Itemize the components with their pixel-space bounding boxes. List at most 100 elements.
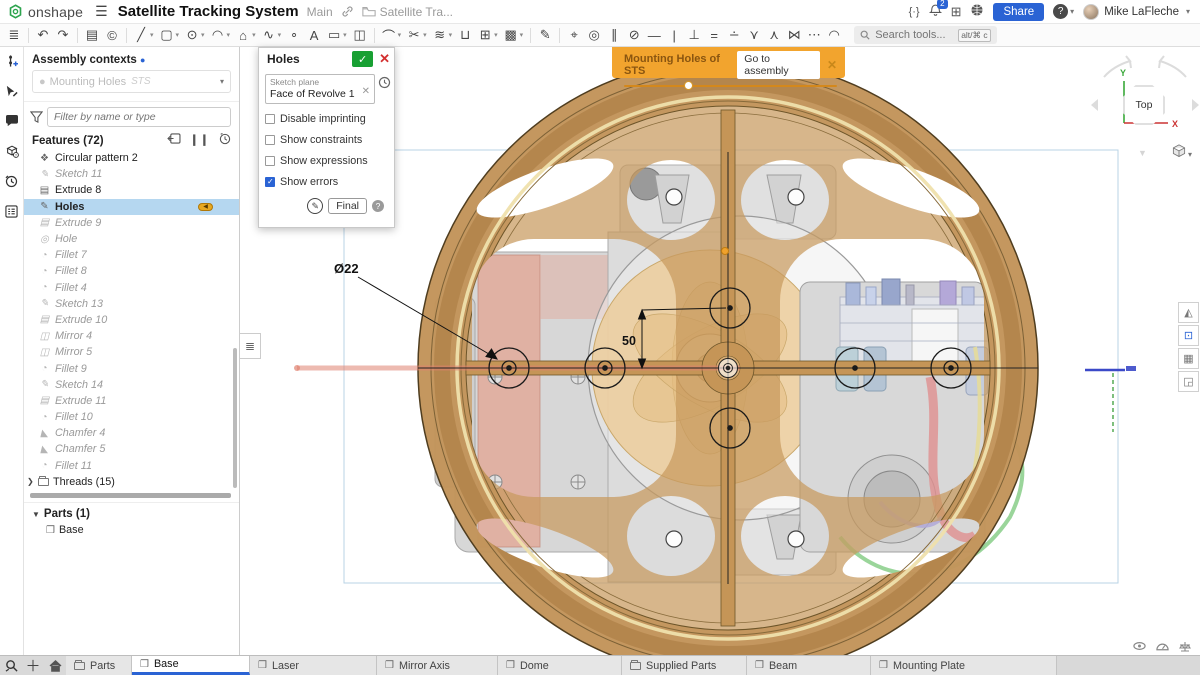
feature-row-sketch-11[interactable]: ✎Sketch 11: [24, 166, 239, 182]
line-tool-icon[interactable]: ╱▾: [131, 25, 157, 46]
home-icon[interactable]: [44, 656, 66, 675]
feature-row-extrude-9[interactable]: ▤Extrude 9: [24, 215, 239, 231]
feature-row-chamfer-4[interactable]: ◣Chamfer 4: [24, 425, 239, 441]
go-to-assembly-button[interactable]: Go to assembly: [737, 51, 820, 79]
horizontal-constraint-icon[interactable]: —: [644, 25, 664, 46]
stylus-tool-icon[interactable]: ✎: [535, 25, 555, 46]
tab-mirror-axis[interactable]: ❒Mirror Axis: [377, 656, 498, 675]
undo-icon[interactable]: ↶: [33, 25, 53, 46]
search-tabs-icon[interactable]: [0, 656, 22, 675]
pierce-constraint-icon[interactable]: ⋏: [764, 25, 784, 46]
feature-row-extrude-10[interactable]: ▤Extrude 10: [24, 312, 239, 328]
feature-row-sketch-13[interactable]: ✎Sketch 13: [24, 296, 239, 312]
parallel-constraint-icon[interactable]: ∥: [604, 25, 624, 46]
rollback-marker[interactable]: ◀: [198, 203, 213, 211]
midpoint-constraint-icon[interactable]: ∸: [724, 25, 744, 46]
feature-row-extrude-11[interactable]: ▤Extrude 11: [24, 393, 239, 409]
polygon-tool-icon[interactable]: ⌂▾: [233, 25, 259, 46]
linked-document-name[interactable]: Satellite Tra...: [380, 5, 453, 19]
normal-constraint-icon[interactable]: ⋎: [744, 25, 764, 46]
appearance-panel-icon[interactable]: ◭: [1178, 302, 1199, 323]
insert-tool-icon[interactable]: ▩▾: [501, 25, 527, 46]
help-menu[interactable]: ?▾: [1053, 4, 1074, 19]
feature-list-icon[interactable]: [4, 203, 20, 219]
redo-icon[interactable]: ↷: [53, 25, 73, 46]
trim-tool-icon[interactable]: ✂▾: [404, 25, 430, 46]
arc-tool-icon[interactable]: ◠▾: [208, 25, 234, 46]
view-options-dropdown[interactable]: ▾: [1172, 144, 1192, 160]
tab-parts[interactable]: Parts: [66, 656, 132, 675]
coincident-constraint-icon[interactable]: ⌖: [564, 25, 584, 46]
banner-slider-knob[interactable]: [684, 81, 693, 90]
checkbox-show-errors[interactable]: Show errors: [265, 176, 388, 188]
symmetric-constraint-icon[interactable]: ⋈: [784, 25, 804, 46]
view-cube-top-face[interactable]: Top: [1123, 85, 1165, 125]
horizontal-scrollbar[interactable]: [30, 493, 231, 498]
display-states-panel-icon[interactable]: ⊡: [1178, 325, 1199, 346]
document-title[interactable]: Satellite Tracking System: [118, 3, 299, 20]
tab-mounting-plate[interactable]: ❒Mounting Plate: [871, 656, 1057, 675]
checkbox-show-constraints[interactable]: Show constraints: [265, 134, 388, 146]
notifications-bell-icon[interactable]: 2: [929, 3, 942, 20]
history-icon[interactable]: [4, 173, 20, 189]
edit-pointer-icon[interactable]: [4, 83, 20, 99]
feature-row-hole[interactable]: ◎Hole: [24, 231, 239, 247]
feature-row-fillet-7[interactable]: ◔Fillet 7: [24, 247, 239, 263]
feature-row-fillet-9[interactable]: ◔Fillet 9: [24, 360, 239, 376]
visibility-icon[interactable]: [1133, 641, 1146, 655]
configurations-icon[interactable]: ?: [4, 143, 20, 159]
part-row-base[interactable]: ❒Base: [24, 522, 239, 538]
feature-row-extrude-8[interactable]: ▤Extrude 8: [24, 182, 239, 198]
offset-tool-icon[interactable]: ≋▾: [430, 25, 456, 46]
clear-selection-icon[interactable]: ✕: [362, 86, 370, 97]
checkbox-box[interactable]: [265, 177, 275, 187]
search-tools[interactable]: alt/⌘ c: [854, 26, 996, 44]
rectangle-tool-icon[interactable]: ▢▾: [157, 25, 183, 46]
checkbox-box[interactable]: [265, 135, 275, 145]
perpendicular-constraint-icon[interactable]: ⊥: [684, 25, 704, 46]
use-project-tool-icon[interactable]: ⊔: [455, 25, 475, 46]
point-tool-icon[interactable]: ∘: [284, 25, 304, 46]
checkbox-box[interactable]: [265, 114, 275, 124]
vertical-scrollbar[interactable]: [233, 348, 237, 488]
sketch-mode-icon[interactable]: ✎: [307, 198, 323, 214]
equal-constraint-icon[interactable]: =: [704, 25, 724, 46]
tab-dome[interactable]: ❒Dome: [498, 656, 622, 675]
configuration-panel-icon[interactable]: ▦: [1178, 348, 1199, 369]
feature-row-fillet-10[interactable]: ◔Fillet 10: [24, 409, 239, 425]
expand-icon[interactable]: ❯: [27, 477, 34, 486]
dialog-help-icon[interactable]: ?: [372, 200, 384, 212]
insert-dxf-icon[interactable]: ▤: [82, 25, 102, 46]
rotate-right-arrow[interactable]: [1159, 56, 1186, 77]
spline-tool-icon[interactable]: ∿▾: [259, 25, 285, 46]
tab-base[interactable]: ❒Base: [132, 656, 250, 675]
feature-row-sketch-14[interactable]: ✎Sketch 14: [24, 377, 239, 393]
banner-close-icon[interactable]: ✕: [827, 58, 837, 72]
named-views-panel-icon[interactable]: ◲: [1178, 371, 1199, 392]
pattern-tool-icon[interactable]: ⊞▾: [475, 25, 501, 46]
feature-row-holes[interactable]: ✎Holes◀: [24, 199, 239, 215]
hamburger-icon[interactable]: ☰: [95, 3, 108, 20]
pause-icon[interactable]: ❙❙: [190, 133, 210, 148]
feature-row-chamfer-5[interactable]: ◣Chamfer 5: [24, 441, 239, 457]
final-button[interactable]: Final: [328, 198, 367, 214]
avatar[interactable]: [1083, 4, 1099, 20]
sketch-plane-field[interactable]: Sketch plane Face of Revolve 1 ✕: [265, 74, 375, 104]
onshape-logo[interactable]: [8, 4, 23, 19]
arc-constraint-icon[interactable]: ◠: [824, 25, 844, 46]
mate-connector-icon[interactable]: [4, 53, 20, 69]
mass-properties-icon[interactable]: [1179, 641, 1191, 655]
filter-input[interactable]: [47, 107, 231, 127]
tangent-constraint-icon[interactable]: ⊘: [624, 25, 644, 46]
learning-globe-icon[interactable]: [970, 3, 984, 20]
tab-beam[interactable]: ❒Beam: [747, 656, 871, 675]
workspace-name[interactable]: Main: [307, 5, 333, 19]
performance-icon[interactable]: [1156, 641, 1169, 655]
share-button[interactable]: Share: [993, 3, 1044, 21]
rotate-east-arrow[interactable]: [1192, 99, 1199, 111]
panel-collapse-handle[interactable]: ≣: [240, 333, 261, 359]
filter-icon[interactable]: [30, 111, 43, 123]
rotate-south-arrow[interactable]: ▼: [1138, 148, 1147, 158]
history-clock-icon[interactable]: [219, 133, 231, 148]
vertical-constraint-icon[interactable]: |: [664, 25, 684, 46]
